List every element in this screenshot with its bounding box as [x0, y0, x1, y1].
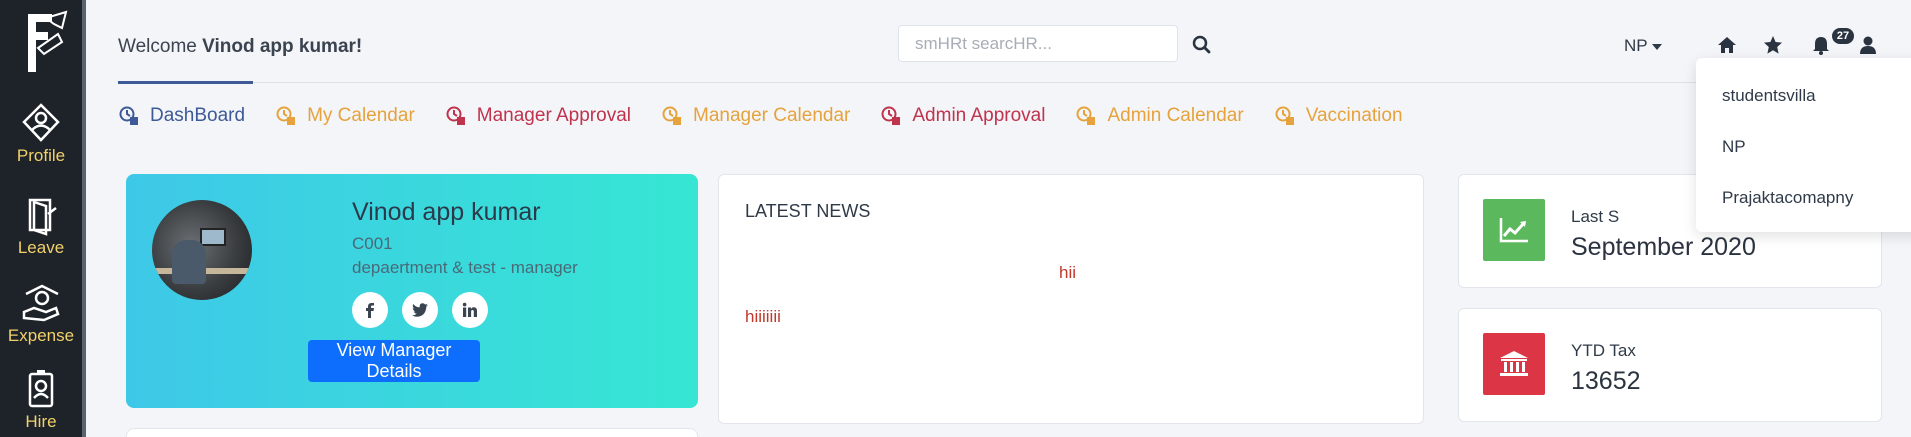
dropdown-item[interactable]: studentsvilla [1722, 86, 1816, 106]
sidebar-item-hire[interactable]: Hire [0, 368, 82, 432]
sidebar-item-leave[interactable]: Leave [0, 194, 82, 258]
tab-manager-approval[interactable]: Manager Approval [445, 100, 631, 132]
tabs-divider [118, 82, 1911, 83]
bell-icon[interactable] [1810, 34, 1832, 56]
welcome-text: Welcome Vinod app kumar! [118, 36, 362, 58]
tab-label: Admin Calendar [1107, 105, 1244, 126]
stat-label: YTD Tax [1571, 341, 1636, 360]
user-icon[interactable] [1857, 34, 1879, 56]
tab-label: Admin Approval [912, 105, 1046, 126]
expense-hand-icon [22, 284, 60, 322]
line-chart-icon [1499, 218, 1528, 243]
tab-admin-calendar[interactable]: Admin Calendar [1075, 100, 1244, 132]
calendar-icon [1076, 106, 1096, 125]
stat-value: 13652 [1571, 367, 1641, 395]
bank-icon [1500, 351, 1528, 376]
tab-label: Manager Approval [476, 105, 631, 126]
profile-department: depaertment & test - manager [352, 258, 578, 277]
sidebar-item-label: Hire [25, 412, 57, 431]
approval-icon [446, 106, 465, 125]
calendar-icon [662, 106, 681, 125]
tab-label: Vaccination [1305, 105, 1403, 126]
caret-down-icon [1652, 44, 1663, 50]
tab-label: Manager Calendar [693, 105, 851, 126]
company-select[interactable]: NP [1624, 36, 1663, 56]
news-title: LATEST NEWS [745, 201, 871, 221]
stat-label: Last S [1571, 207, 1620, 226]
tab-dashboard[interactable]: DashBoard [118, 100, 245, 132]
social-links [352, 292, 488, 328]
latest-news-card: LATEST NEWS hii hiiiiiii [718, 174, 1424, 424]
welcome-user-name: Vinod app kumar! [202, 36, 363, 57]
news-item: hii [1059, 263, 1077, 282]
calendar-icon [276, 106, 296, 125]
view-manager-details-button[interactable]: View Manager Details [308, 340, 480, 382]
sidebar-item-label: Profile [16, 146, 66, 165]
search-icon[interactable] [1189, 32, 1215, 58]
vaccination-icon [1275, 106, 1294, 125]
avatar [152, 200, 252, 300]
stat-icon-box [1483, 199, 1545, 261]
profile-badge-icon [22, 103, 60, 142]
tab-label: DashBoard [150, 105, 246, 126]
profile-code: C001 [352, 234, 393, 253]
linkedin-icon[interactable] [452, 292, 488, 328]
approval-icon [881, 106, 901, 125]
tab-vaccination[interactable]: Vaccination [1274, 100, 1403, 132]
tab-admin-approval[interactable]: Admin Approval [880, 100, 1045, 132]
tab-manager-calendar[interactable]: Manager Calendar [661, 100, 850, 132]
star-icon[interactable] [1762, 34, 1784, 56]
company-dropdown-menu: studentsvilla NP Prajaktacomapny [1696, 58, 1911, 232]
tab-my-calendar[interactable]: My Calendar [275, 100, 415, 132]
tab-label: My Calendar [307, 105, 415, 126]
search-input[interactable] [898, 25, 1178, 62]
facebook-icon[interactable] [352, 292, 388, 328]
main-content: Welcome Vinod app kumar! NP 27 [86, 0, 1911, 437]
dropdown-item[interactable]: NP [1722, 137, 1746, 157]
sidebar-item-label: Expense [7, 326, 75, 345]
dropdown-item[interactable]: Prajaktacomapny [1722, 188, 1853, 208]
stat-value: September 2020 [1571, 233, 1756, 261]
company-select-value: NP [1624, 36, 1648, 55]
news-item: hiiiiiii [745, 307, 781, 326]
top-bar: Welcome Vinod app kumar! NP 27 [86, 4, 1911, 82]
sidebar-item-label: Leave [17, 238, 65, 257]
ytd-tax-card: YTD Tax 13652 [1458, 308, 1882, 422]
welcome-prefix: Welcome [118, 36, 197, 57]
dashboard-icon [119, 106, 138, 125]
sidebar-item-profile[interactable]: Profile [0, 102, 82, 166]
sidebar-item-expense[interactable]: Expense [0, 282, 82, 346]
profile-name: Vinod app kumar [352, 198, 541, 226]
leave-door-icon [28, 198, 57, 236]
home-icon[interactable] [1716, 34, 1738, 56]
app-logo-icon[interactable] [22, 8, 72, 80]
twitter-icon[interactable] [402, 292, 438, 328]
hire-badge-icon [28, 370, 54, 408]
sidebar: Profile Leave Expense Hire [0, 0, 82, 437]
notification-badge: 27 [1832, 28, 1854, 44]
active-tab-indicator [118, 81, 253, 84]
tab-bar: DashBoard My Calendar Manager Approval M… [118, 100, 1433, 132]
stat-icon-box [1483, 333, 1545, 395]
profile-card: Vinod app kumar C001 depaertment & test … [126, 174, 698, 408]
secondary-card [126, 428, 698, 437]
